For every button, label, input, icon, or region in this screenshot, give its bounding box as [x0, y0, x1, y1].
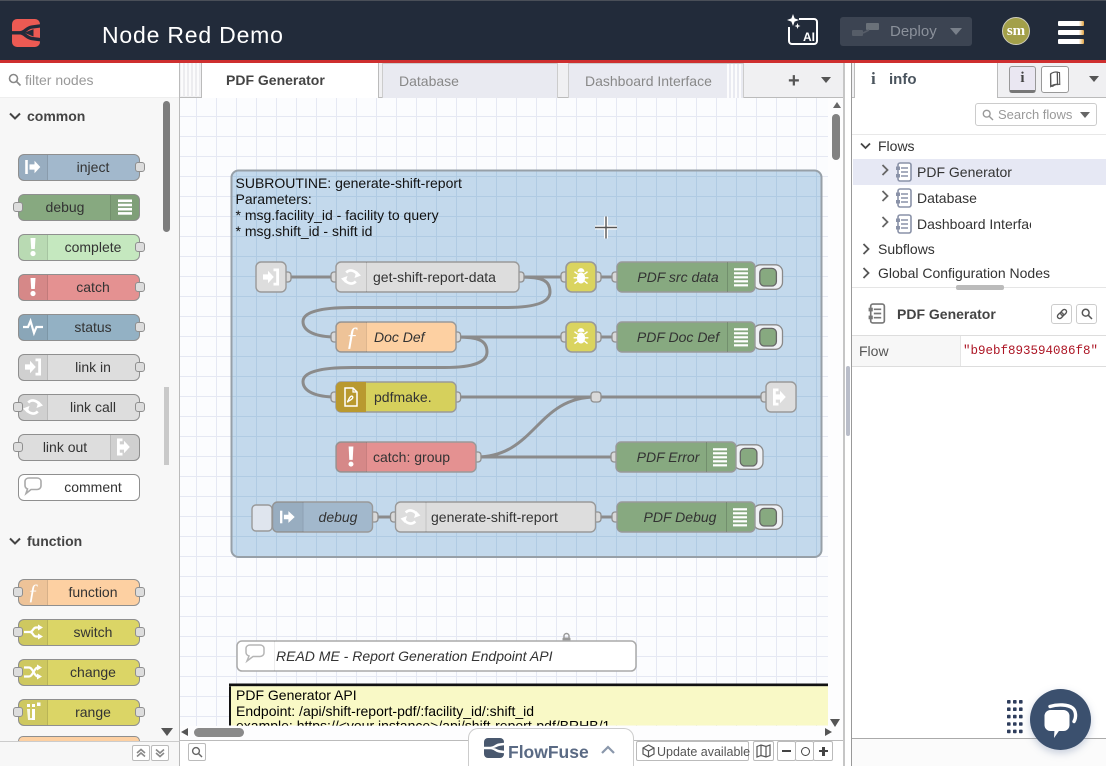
svg-text:debug: debug: [319, 509, 358, 525]
svg-text:ƒ: ƒ: [346, 322, 359, 351]
svg-text:PDF Debug: PDF Debug: [644, 509, 717, 525]
svg-text:SUBROUTINE: generate-shift-rep: SUBROUTINE: generate-shift-report: [236, 175, 463, 191]
svg-text:READ ME - Report Generation En: READ ME - Report Generation Endpoint API: [276, 648, 553, 664]
svg-text:PDF Generator API: PDF Generator API: [236, 687, 357, 703]
svg-text:PDF Error: PDF Error: [637, 449, 701, 465]
svg-text:AI: AI: [803, 30, 815, 44]
svg-text:* msg.facility_id - facility t: * msg.facility_id - facility to query: [236, 207, 439, 223]
svg-text:pdfmake.: pdfmake.: [374, 389, 432, 405]
svg-text:generate-shift-report: generate-shift-report: [431, 509, 558, 525]
svg-text:get-shift-report-data: get-shift-report-data: [373, 269, 496, 285]
svg-text:* msg.shift_id - shift id: * msg.shift_id - shift id: [236, 223, 373, 239]
svg-text:PDF src data: PDF src data: [637, 269, 719, 285]
svg-text:catch: group: catch: group: [373, 449, 450, 465]
svg-text:Doc Def: Doc Def: [374, 329, 427, 345]
svg-text:PDF Doc Def: PDF Doc Def: [637, 329, 721, 345]
svg-text:Parameters:: Parameters:: [236, 191, 312, 207]
